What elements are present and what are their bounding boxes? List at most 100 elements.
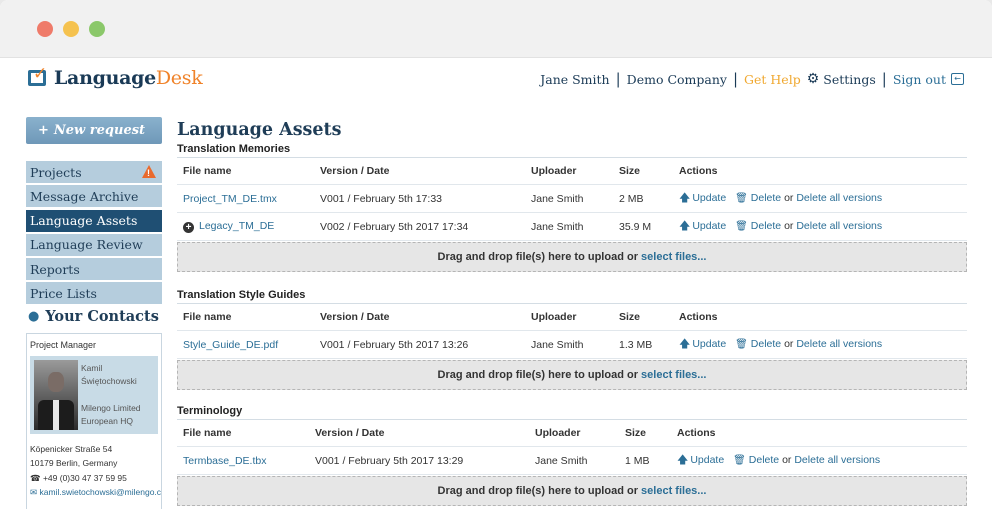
sidebar-item-price-lists[interactable]: Price Lists <box>26 282 162 305</box>
minimize-window-button[interactable] <box>63 21 79 37</box>
arrow-up-icon[interactable]: 🡅 <box>679 191 690 204</box>
delete-link[interactable]: Delete <box>751 338 781 350</box>
new-request-label: New request <box>53 123 146 138</box>
user-name[interactable]: Jane Smith <box>540 72 609 87</box>
column-header-actions: Actions <box>679 311 718 323</box>
delete-all-link[interactable]: Delete all versions <box>796 220 882 232</box>
update-link[interactable]: Update <box>692 338 726 350</box>
or-text: or <box>784 220 794 232</box>
table-row: Termbase_DE.tbx V001 / February 5th 2017… <box>177 447 967 475</box>
settings-link[interactable]: Settings <box>823 72 875 87</box>
contact-company-line1: Milengo Limited <box>81 402 141 413</box>
actions-cell: 🡅 Update 🗑 Delete or Delete all versions <box>679 189 967 208</box>
sign-out-icon[interactable]: ← <box>951 73 964 85</box>
file-name[interactable]: Legacy_TM_DE <box>199 220 274 232</box>
column-header-uploader: Uploader <box>531 165 577 177</box>
table-row: Style_Guide_DE.pdf V001 / February 5th 2… <box>177 331 967 359</box>
expand-plus-icon[interactable]: + <box>183 222 194 233</box>
table-row: Project_TM_DE.tmx V001 / February 5th 17… <box>177 185 967 213</box>
update-link[interactable]: Update <box>692 220 726 232</box>
actions-cell: 🡅 Update 🗑 Delete or Delete all versions <box>677 451 967 470</box>
nav-divider: | <box>732 70 739 88</box>
upload-dropzone[interactable]: Drag and drop file(s) here to upload or … <box>177 476 967 506</box>
contact-phone[interactable]: ☎ +49 (0)30 47 37 59 95 <box>30 473 158 484</box>
table-row: + Legacy_TM_DE V002 / February 5th 2017 1… <box>177 213 967 241</box>
dropzone-text: Drag and drop file(s) here to upload or <box>437 369 638 381</box>
uploader-cell: Jane Smith <box>531 192 584 205</box>
upload-dropzone[interactable]: Drag and drop file(s) here to upload or … <box>177 242 967 272</box>
close-window-button[interactable] <box>37 21 53 37</box>
sidebar-item-language-review[interactable]: Language Review <box>26 233 162 256</box>
contact-address: Köpenicker Straße 54 10179 Berlin, Germa… <box>30 442 158 470</box>
column-header-file: File name <box>183 165 232 177</box>
delete-all-link[interactable]: Delete all versions <box>796 338 882 350</box>
gear-icon[interactable]: ⚙ <box>807 71 820 87</box>
actions-cell: 🡅 Update 🗑 Delete or Delete all versions <box>679 217 967 236</box>
new-request-button[interactable]: + New request <box>26 117 162 144</box>
or-text: or <box>782 454 792 466</box>
trash-icon[interactable]: 🗑 <box>735 221 748 232</box>
column-header-size: Size <box>619 311 641 323</box>
file-link[interactable]: Termbase_DE.tbx <box>177 455 315 467</box>
trash-icon[interactable]: 🗑 <box>735 339 748 350</box>
file-link[interactable]: + Legacy_TM_DE <box>177 220 320 233</box>
phone-icon: ☎ <box>30 472 41 483</box>
get-help-link[interactable]: Get Help <box>744 72 801 87</box>
logo[interactable]: ✓ LanguageDesk <box>28 66 203 89</box>
select-files-link[interactable]: select files... <box>641 369 706 381</box>
update-link[interactable]: Update <box>692 192 726 204</box>
actions-cell: 🡅 Update 🗑 Delete or Delete all versions <box>679 335 967 354</box>
contacts-heading: ● Your Contacts <box>26 307 162 327</box>
arrow-up-icon[interactable]: 🡅 <box>679 337 690 350</box>
file-link[interactable]: Style_Guide_DE.pdf <box>177 339 320 351</box>
delete-link[interactable]: Delete <box>749 454 779 466</box>
trash-icon[interactable]: 🗑 <box>733 455 746 466</box>
size-cell: 35.9 M <box>619 220 652 233</box>
nav-divider: | <box>881 70 887 88</box>
sidebar-item-label: Reports <box>30 261 80 277</box>
maximize-window-button[interactable] <box>89 21 105 37</box>
sidebar-item-language-assets[interactable]: Language Assets <box>26 209 162 232</box>
or-text: or <box>784 192 794 204</box>
version-cell: V002 / February 5th 2017 17:34 <box>320 220 469 233</box>
delete-link[interactable]: Delete <box>751 220 781 232</box>
select-files-link[interactable]: select files... <box>641 251 706 263</box>
top-header: ✓ LanguageDesk Jane Smith | Demo Company… <box>0 58 992 102</box>
size-cell: 2 MB <box>619 192 644 205</box>
sidebar-item-projects[interactable]: Projects ! <box>26 161 162 183</box>
page-title: Language Assets <box>177 120 342 140</box>
arrow-up-icon[interactable]: 🡅 <box>677 453 688 466</box>
update-link[interactable]: Update <box>690 454 724 466</box>
contact-email[interactable]: ✉ kamil.swietochowski@milengo.c <box>30 487 161 498</box>
sidebar: + New request Projects ! Message Archive… <box>26 117 162 509</box>
sidebar-item-reports[interactable]: Reports <box>26 258 162 281</box>
delete-link[interactable]: Delete <box>751 192 781 204</box>
sidebar-item-label: Price Lists <box>30 285 97 301</box>
company-name[interactable]: Demo Company <box>627 72 727 87</box>
contact-card: Project Manager Kamil Świętochowski Mile… <box>26 332 162 509</box>
arrow-up-icon[interactable]: 🡅 <box>679 219 690 232</box>
contact-last-name: Świętochowski <box>81 375 137 386</box>
column-header-uploader: Uploader <box>531 311 577 323</box>
logo-text-accent: Desk <box>155 67 203 89</box>
plus-icon: + <box>38 123 49 138</box>
file-link[interactable]: Project_TM_DE.tmx <box>177 193 320 205</box>
column-header-file: File name <box>183 311 232 323</box>
size-cell: 1.3 MB <box>619 338 653 351</box>
sign-out-link[interactable]: Sign out <box>893 72 946 87</box>
table-terminology: File name Version / Date Uploader Size A… <box>177 419 967 475</box>
trash-icon[interactable]: 🗑 <box>735 193 748 204</box>
select-files-link[interactable]: select files... <box>641 485 706 497</box>
delete-all-link[interactable]: Delete all versions <box>796 192 882 204</box>
delete-all-link[interactable]: Delete all versions <box>794 454 880 466</box>
upload-dropzone[interactable]: Drag and drop file(s) here to upload or … <box>177 360 967 390</box>
sidebar-item-label: Message Archive <box>30 188 139 204</box>
table-header-row: File name Version / Date Uploader Size A… <box>177 420 967 447</box>
sidebar-item-message-archive[interactable]: Message Archive <box>26 185 162 208</box>
contact-company-line2: European HQ <box>81 415 133 426</box>
version-cell: V001 / February 5th 17:33 <box>320 192 442 205</box>
column-header-version: Version / Date <box>320 165 390 177</box>
column-header-version: Version / Date <box>320 311 390 323</box>
warning-icon: ! <box>142 165 156 178</box>
contact-photo-box: Kamil Świętochowski Milengo Limited Euro… <box>30 355 158 434</box>
